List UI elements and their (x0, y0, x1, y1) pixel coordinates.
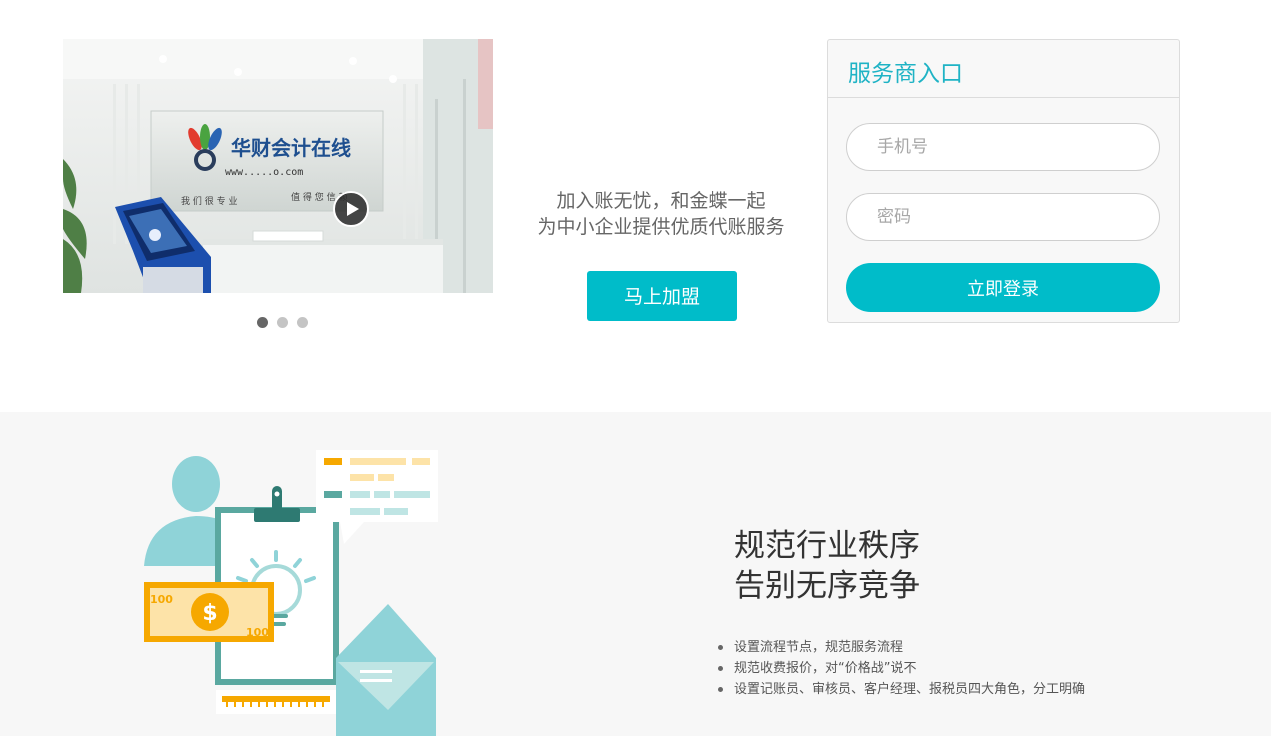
promo-text: 加入账无忧，和金蝶一起 为中小企业提供优质代账服务 (521, 188, 801, 240)
feature-heading-line-1: 规范行业秩序 (734, 528, 920, 564)
feature-bullet-2: 规范收费报价，对“价格战”说不 (716, 658, 1085, 679)
promo-line-2: 为中小企业提供优质代账服务 (537, 216, 785, 238)
svg-text:www.....o.com: www.....o.com (225, 167, 303, 178)
play-button[interactable] (333, 191, 369, 227)
svg-text:我 们 很 专 业: 我 们 很 专 业 (181, 195, 237, 207)
carousel-dot-2[interactable] (277, 316, 288, 328)
carousel-indicators (257, 316, 308, 328)
feature-heading: 规范行业秩序 告别无序竞争 (734, 526, 920, 606)
login-title: 服务商入口 (848, 61, 963, 87)
office-reception-photo: 华财会计在线 www.....o.com 我 们 很 专 业 值 得 您 信 赖 (63, 39, 493, 293)
carousel-dot-3[interactable] (297, 316, 308, 328)
top-section: 华财会计在线 www.....o.com 我 们 很 专 业 值 得 您 信 赖 (0, 0, 1271, 412)
feature-bullet-1: 设置流程节点，规范服务流程 (716, 637, 1085, 658)
feature-heading-line-2: 告别无序竞争 (734, 568, 920, 604)
dollar-bill-icon: $ 100 100 (144, 582, 274, 642)
carousel-dot-1[interactable] (257, 316, 268, 328)
provider-login-panel: 服务商入口 立即登录 (827, 39, 1180, 323)
login-submit-button[interactable]: 立即登录 (846, 263, 1160, 312)
feature-bullet-3: 设置记账员、审核员、客户经理、报税员四大角色，分工明确 (716, 679, 1085, 700)
promo-line-1: 加入账无忧，和金蝶一起 (556, 190, 766, 212)
login-divider (828, 97, 1179, 98)
feature-bullet-list: 设置流程节点，规范服务流程 规范收费报价，对“价格战”说不 设置记账员、审核员、… (716, 637, 1085, 700)
svg-text:华财会计在线: 华财会计在线 (231, 136, 351, 160)
svg-text:100: 100 (150, 593, 173, 606)
feature-illustration: $ 100 100 (144, 450, 438, 736)
join-now-button[interactable]: 马上加盟 (587, 271, 737, 321)
svg-text:$: $ (202, 601, 217, 626)
phone-input[interactable] (846, 123, 1160, 171)
video-carousel[interactable]: 华财会计在线 www.....o.com 我 们 很 专 业 值 得 您 信 赖 (63, 39, 493, 293)
svg-text:100: 100 (246, 626, 269, 639)
ruler-icon (216, 690, 336, 714)
password-input[interactable] (846, 193, 1160, 241)
envelope-icon (336, 604, 436, 736)
